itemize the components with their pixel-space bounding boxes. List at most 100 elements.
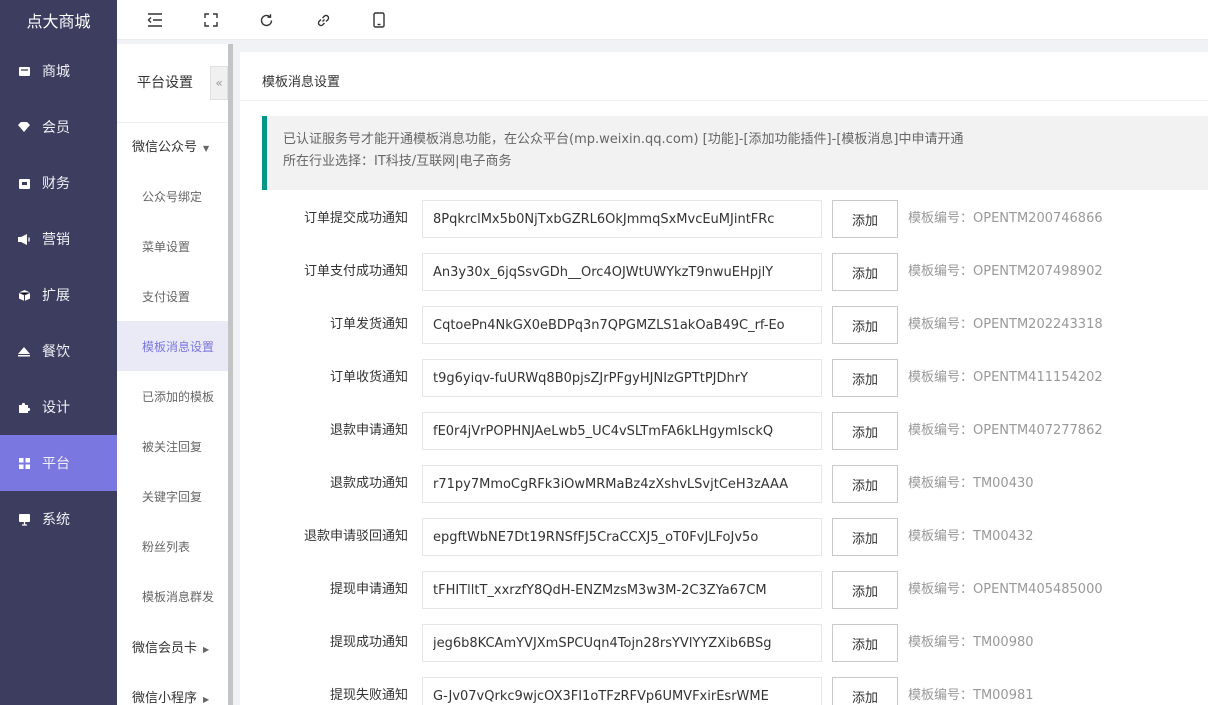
template-number: 模板编号：OPENTM405485000 <box>908 582 1103 597</box>
template-number: 模板编号：TM00980 <box>908 635 1034 650</box>
template-row: 订单提交成功通知 添加模板编号：OPENTM200746866 <box>240 200 1208 238</box>
template-id-input[interactable] <box>422 677 822 705</box>
nav-item-3[interactable]: 营销 <box>0 211 117 267</box>
template-row-label: 退款申请驳回通知 <box>303 529 408 544</box>
template-id-input[interactable] <box>422 253 822 291</box>
template-number: 模板编号：TM00430 <box>908 476 1034 491</box>
subnav-group-label: 微信公众号 <box>132 140 198 155</box>
subnav-item-7[interactable]: 粉丝列表 <box>117 521 228 571</box>
puzzle-icon <box>17 400 31 414</box>
subnav-group-label: 微信小程序 <box>132 691 198 705</box>
subnav-divider <box>117 122 228 123</box>
nav-item-label: 营销 <box>42 232 70 248</box>
template-id-input[interactable] <box>422 306 822 344</box>
nav-item-4[interactable]: 扩展 <box>0 267 117 323</box>
subnav-item-0[interactable]: 公众号绑定 <box>117 171 228 221</box>
template-row-label: 订单发货通知 <box>329 317 408 332</box>
template-row-label: 订单收货通知 <box>329 370 408 385</box>
template-row: 订单收货通知 添加模板编号：OPENTM411154202 <box>240 359 1208 397</box>
template-row: 提现申请通知 添加模板编号：OPENTM405485000 <box>240 571 1208 609</box>
template-id-input[interactable] <box>422 518 822 556</box>
refresh-icon[interactable] <box>256 10 276 30</box>
add-template-button[interactable]: 添加 <box>832 465 898 503</box>
template-row: 退款申请驳回通知 添加模板编号：TM00432 <box>240 518 1208 556</box>
nav-item-1[interactable]: 会员 <box>0 99 117 155</box>
template-id-input[interactable] <box>422 571 822 609</box>
template-number: 模板编号：TM00432 <box>908 529 1034 544</box>
nav-item-label: 会员 <box>42 120 70 136</box>
main-nav: 商城会员财务营销扩展餐饮设计平台系统 <box>0 43 117 547</box>
subnav-group-0[interactable]: 微信公众号 ▼ <box>132 136 209 155</box>
template-row: 退款成功通知 添加模板编号：TM00430 <box>240 465 1208 503</box>
subnav-item-8[interactable]: 模板消息群发 <box>117 571 228 621</box>
subnav-group-1[interactable]: 微信会员卡 ▶ <box>132 637 209 656</box>
fullscreen-icon[interactable] <box>201 10 221 30</box>
add-template-button[interactable]: 添加 <box>832 200 898 238</box>
nav-item-7[interactable]: 平台 <box>0 435 117 491</box>
subnav-item-3[interactable]: 模板消息设置 <box>117 321 228 371</box>
template-number: 模板编号：OPENTM200746866 <box>908 211 1103 226</box>
subnav-title: 平台设置 <box>137 75 193 91</box>
template-row: 提现失败通知 添加模板编号：TM00981 <box>240 677 1208 705</box>
mobile-icon[interactable] <box>369 10 389 30</box>
nav-item-label: 扩展 <box>42 288 70 304</box>
nav-item-0[interactable]: 商城 <box>0 43 117 99</box>
nav-item-label: 设计 <box>42 400 70 416</box>
template-id-input[interactable] <box>422 412 822 450</box>
subnav-item-5[interactable]: 被关注回复 <box>117 421 228 471</box>
template-row-label: 退款申请通知 <box>329 423 408 438</box>
add-template-button[interactable]: 添加 <box>832 412 898 450</box>
add-template-button[interactable]: 添加 <box>832 359 898 397</box>
caret-down-icon: ▼ <box>203 144 210 153</box>
notice-box: 已认证服务号才能开通模板消息功能，在公众平台(mp.weixin.qq.com)… <box>262 116 1208 190</box>
page-title: 模板消息设置 <box>262 75 341 90</box>
template-id-input[interactable] <box>422 465 822 503</box>
finance-icon <box>17 176 31 190</box>
template-row-label: 订单支付成功通知 <box>303 264 408 279</box>
link-icon[interactable] <box>313 10 333 30</box>
nav-item-6[interactable]: 设计 <box>0 379 117 435</box>
nav-item-label: 餐饮 <box>42 344 70 360</box>
nav-item-8[interactable]: 系统 <box>0 491 117 547</box>
template-id-input[interactable] <box>422 200 822 238</box>
subnav-group-2[interactable]: 微信小程序 ▶ <box>132 687 209 705</box>
template-row-label: 提现成功通知 <box>329 635 408 650</box>
title-divider <box>240 100 1208 101</box>
subnav-item-4[interactable]: 已添加的模板 <box>117 371 228 421</box>
caret-right-icon: ▶ <box>203 695 210 704</box>
nav-item-2[interactable]: 财务 <box>0 155 117 211</box>
main-sidebar: 点大商城 商城会员财务营销扩展餐饮设计平台系统 <box>0 0 117 705</box>
nav-item-5[interactable]: 餐饮 <box>0 323 117 379</box>
template-id-input[interactable] <box>422 624 822 662</box>
subnav-item-6[interactable]: 关键字回复 <box>117 471 228 521</box>
platform-subnav: 平台设置 « 微信公众号 ▼ 公众号绑定 菜单设置 支付设置 模板消息设置 已添加的模板 被关… <box>117 44 228 705</box>
monitor-icon <box>17 512 31 526</box>
template-id-input[interactable] <box>422 359 822 397</box>
template-number: 模板编号：OPENTM407277862 <box>908 423 1103 438</box>
grid-icon <box>17 456 31 470</box>
cube-icon <box>17 288 31 302</box>
notice-line-1: 已认证服务号才能开通模板消息功能，在公众平台(mp.weixin.qq.com)… <box>283 132 964 147</box>
nav-item-label: 商城 <box>42 64 70 80</box>
subnav-item-2[interactable]: 支付设置 <box>117 271 228 321</box>
caret-right-icon: ▶ <box>203 645 210 654</box>
add-template-button[interactable]: 添加 <box>832 306 898 344</box>
panel-splitter[interactable] <box>228 44 233 705</box>
add-template-button[interactable]: 添加 <box>832 624 898 662</box>
template-number: 模板编号：OPENTM202243318 <box>908 317 1103 332</box>
add-template-button[interactable]: 添加 <box>832 571 898 609</box>
template-row-label: 提现申请通知 <box>329 582 408 597</box>
collapse-subnav-button[interactable]: « <box>210 66 228 100</box>
main-panel: 模板消息设置 已认证服务号才能开通模板消息功能，在公众平台(mp.weixin.… <box>240 52 1208 705</box>
megaphone-icon <box>17 232 31 246</box>
template-row-label: 订单提交成功通知 <box>303 211 408 226</box>
template-number: 模板编号：OPENTM207498902 <box>908 264 1103 279</box>
template-number: 模板编号：OPENTM411154202 <box>908 370 1103 385</box>
add-template-button[interactable]: 添加 <box>832 677 898 705</box>
subnav-item-1[interactable]: 菜单设置 <box>117 221 228 271</box>
add-template-button[interactable]: 添加 <box>832 518 898 556</box>
brand-logo[interactable]: 点大商城 <box>0 0 117 40</box>
menu-collapse-icon[interactable] <box>145 10 165 30</box>
nav-item-label: 平台 <box>42 456 70 472</box>
add-template-button[interactable]: 添加 <box>832 253 898 291</box>
